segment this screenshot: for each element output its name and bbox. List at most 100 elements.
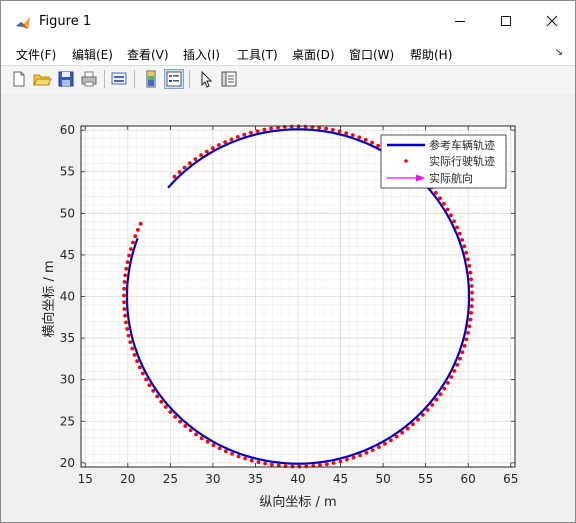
legend-heading-label: 实际航向 xyxy=(429,171,473,185)
legend[interactable]: 参考车辆轨迹 实际行驶轨迹 实际航向 xyxy=(380,134,507,189)
actual-trajectory-point xyxy=(457,231,462,236)
actual-trajectory-point xyxy=(421,413,425,417)
actual-trajectory-point xyxy=(210,146,215,151)
actual-trajectory-point xyxy=(182,165,187,170)
actual-trajectory-point xyxy=(344,131,349,135)
print-icon xyxy=(81,71,97,87)
x-axis-label: 纵向坐标 / m xyxy=(259,494,336,510)
actual-trajectory-point xyxy=(350,133,355,137)
actual-trajectory-point xyxy=(324,126,328,131)
menu-insert[interactable]: 插入(I) xyxy=(183,46,220,63)
legend-actual-label: 实际行驶轨迹 xyxy=(429,154,495,168)
actual-trajectory-point xyxy=(188,428,193,433)
maximize-button[interactable] xyxy=(483,1,529,41)
matlab-logo-icon xyxy=(15,15,31,31)
actual-trajectory-point xyxy=(364,451,369,455)
actual-trajectory-point xyxy=(270,462,274,467)
menu-file[interactable]: 文件(F) xyxy=(16,46,56,63)
actual-trajectory-point xyxy=(464,337,469,342)
actual-trajectory-point xyxy=(128,340,133,344)
actual-trajectory-point xyxy=(122,307,127,311)
actual-trajectory-point xyxy=(467,264,472,268)
actual-trajectory-point xyxy=(242,132,247,137)
actual-trajectory-point xyxy=(173,415,178,419)
actual-trajectory-point xyxy=(123,313,127,318)
actual-trajectory-point xyxy=(370,140,374,145)
actual-trajectory-point xyxy=(411,422,415,427)
dock-arrow-icon[interactable]: ↘ xyxy=(555,47,563,58)
trajectory-plot[interactable]: 15 20 25 30 35 40 45 50 55 60 65202530354045505560… xyxy=(1,94,575,522)
menu-help[interactable]: 帮助(H) xyxy=(410,46,452,63)
save-button[interactable] xyxy=(56,69,76,89)
legend-reference-label: 参考车辆轨迹 xyxy=(429,138,495,152)
menu-tools[interactable]: 工具(T) xyxy=(237,46,278,63)
actual-trajectory-point xyxy=(434,397,439,402)
menu-desktop[interactable]: 桌面(D) xyxy=(292,46,335,63)
actual-trajectory-point xyxy=(442,201,446,206)
actual-trajectory-point xyxy=(188,161,192,166)
actual-trajectory-point xyxy=(452,369,457,373)
maximize-icon xyxy=(501,16,511,26)
menu-window[interactable]: 窗口(W) xyxy=(349,46,394,63)
actual-trajectory-point xyxy=(351,455,356,460)
actual-trajectory-point xyxy=(135,359,140,364)
actual-trajectory-point xyxy=(199,436,204,441)
actual-trajectory-point xyxy=(363,137,368,142)
actual-trajectory-point xyxy=(243,456,248,461)
x-tick-label: 60 xyxy=(461,472,476,486)
actual-trajectory-point xyxy=(389,438,393,443)
save-icon xyxy=(58,71,74,87)
new-figure-button[interactable] xyxy=(9,69,29,89)
actual-trajectory-point xyxy=(147,383,152,388)
actual-trajectory-point xyxy=(370,448,375,452)
actual-trajectory-point xyxy=(469,311,474,315)
actual-trajectory-point xyxy=(178,419,183,424)
open-file-button[interactable] xyxy=(32,69,52,89)
actual-trajectory-point xyxy=(122,280,127,284)
actual-trajectory-point xyxy=(168,410,173,414)
actual-trajectory-point xyxy=(211,443,216,448)
menu-edit[interactable]: 编辑(E) xyxy=(72,46,113,63)
window-title: Figure 1 xyxy=(39,14,92,29)
pointer-button[interactable] xyxy=(196,69,216,89)
legend-button[interactable] xyxy=(164,69,184,89)
actual-trajectory-point xyxy=(172,174,177,179)
actual-trajectory-point xyxy=(262,127,267,132)
actual-trajectory-point xyxy=(460,350,465,355)
actual-trajectory-point xyxy=(468,317,473,322)
link-plot-button[interactable] xyxy=(109,69,129,89)
property-inspector-button[interactable] xyxy=(219,69,239,89)
actual-trajectory-point xyxy=(303,124,308,129)
colorbar-icon xyxy=(146,70,156,88)
actual-trajectory-point xyxy=(131,240,135,245)
actual-trajectory-point xyxy=(466,331,470,335)
actual-trajectory-point xyxy=(377,445,381,449)
menu-view[interactable]: 查看(V) xyxy=(127,46,169,63)
actual-trajectory-point xyxy=(405,426,410,431)
actual-trajectory-point xyxy=(223,140,228,144)
actual-trajectory-point xyxy=(223,449,228,454)
print-button[interactable] xyxy=(79,69,99,89)
actual-trajectory-point xyxy=(193,157,198,161)
property-inspector-icon xyxy=(221,71,237,87)
actual-trajectory-point xyxy=(217,446,222,451)
toolbar-separator xyxy=(134,70,135,88)
close-button[interactable] xyxy=(529,1,575,41)
actual-trajectory-point xyxy=(383,441,387,446)
actual-trajectory-point xyxy=(438,392,443,397)
pointer-icon xyxy=(201,70,213,88)
actual-trajectory-point xyxy=(136,228,140,232)
actual-trajectory-point xyxy=(125,260,130,264)
actual-trajectory-point xyxy=(304,464,309,469)
colorbar-button[interactable] xyxy=(141,69,161,89)
actual-trajectory-point xyxy=(325,462,329,467)
x-tick-label: 50 xyxy=(375,472,390,486)
toolbar-separator xyxy=(189,70,190,88)
actual-trajectory-point xyxy=(217,143,221,147)
minimize-button[interactable] xyxy=(437,1,483,41)
x-tick-label: 45 xyxy=(333,472,348,486)
x-tick-label: 40 xyxy=(290,472,305,486)
title-bar[interactable]: Figure 1 xyxy=(1,1,575,41)
actual-trajectory-point xyxy=(468,270,473,275)
actual-trajectory-point xyxy=(249,130,253,135)
